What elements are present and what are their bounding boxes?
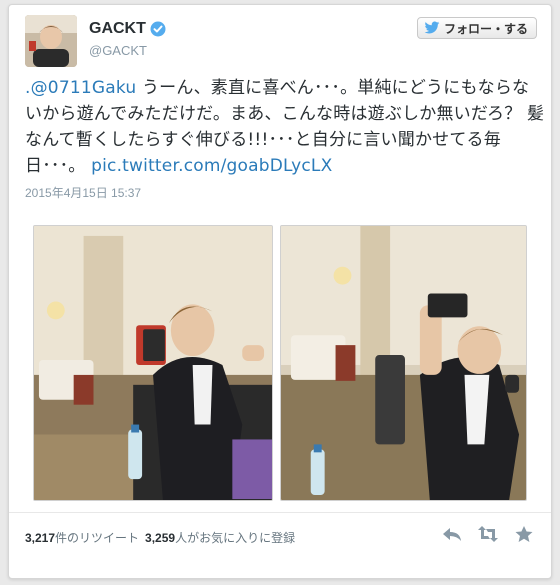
retweet-button[interactable] bbox=[477, 523, 499, 545]
favorite-stat[interactable]: 3,259人がお気に入りに登録 bbox=[145, 529, 295, 546]
retweet-label: 件のリツイート bbox=[55, 531, 140, 545]
favorite-button[interactable] bbox=[513, 523, 535, 545]
twitter-bird-icon bbox=[424, 21, 440, 34]
tweet-stats: 3,217件のリツイート 3,259人がお気に入りに登録 bbox=[25, 529, 295, 546]
user-names: GACKT @GACKT bbox=[89, 19, 166, 58]
selfie-photo-right[interactable] bbox=[280, 225, 527, 501]
favorite-icon bbox=[515, 526, 533, 542]
mention-link[interactable]: .@0711Gaku bbox=[25, 78, 136, 98]
favorite-label: 人がお気に入りに登録 bbox=[175, 531, 296, 545]
media-gallery bbox=[33, 225, 527, 501]
selfie-photo-left[interactable] bbox=[33, 225, 273, 501]
display-name[interactable]: GACKT bbox=[89, 20, 146, 38]
reply-button[interactable] bbox=[441, 523, 463, 545]
tweet-actions bbox=[441, 523, 535, 545]
verified-badge-icon bbox=[150, 21, 166, 37]
tweet-timestamp[interactable]: 2015年4月15日 15:37 bbox=[25, 184, 141, 201]
retweet-count: 3,217 bbox=[25, 531, 56, 545]
reply-icon bbox=[443, 528, 461, 541]
retweet-stat[interactable]: 3,217件のリツイート bbox=[25, 529, 139, 546]
tweet-card: GACKT @GACKT フォロー・する .@0711Gaku うーん、素直に喜… bbox=[8, 4, 552, 579]
avatar[interactable] bbox=[25, 15, 77, 67]
follow-button[interactable]: フォロー・する bbox=[416, 17, 537, 39]
retweet-icon bbox=[478, 526, 498, 542]
tweet-text: .@0711Gaku うーん、素直に喜べん･･･。単純にどうにもならないから遊ん… bbox=[25, 75, 545, 179]
media-link[interactable]: pic.twitter.com/goabDLycLX bbox=[91, 156, 332, 176]
screen-name[interactable]: @GACKT bbox=[89, 43, 166, 58]
divider bbox=[9, 512, 551, 513]
follow-button-label: フォロー・する bbox=[443, 21, 528, 36]
favorite-count: 3,259 bbox=[145, 531, 176, 545]
tweet-header: GACKT @GACKT フォロー・する bbox=[25, 15, 537, 71]
